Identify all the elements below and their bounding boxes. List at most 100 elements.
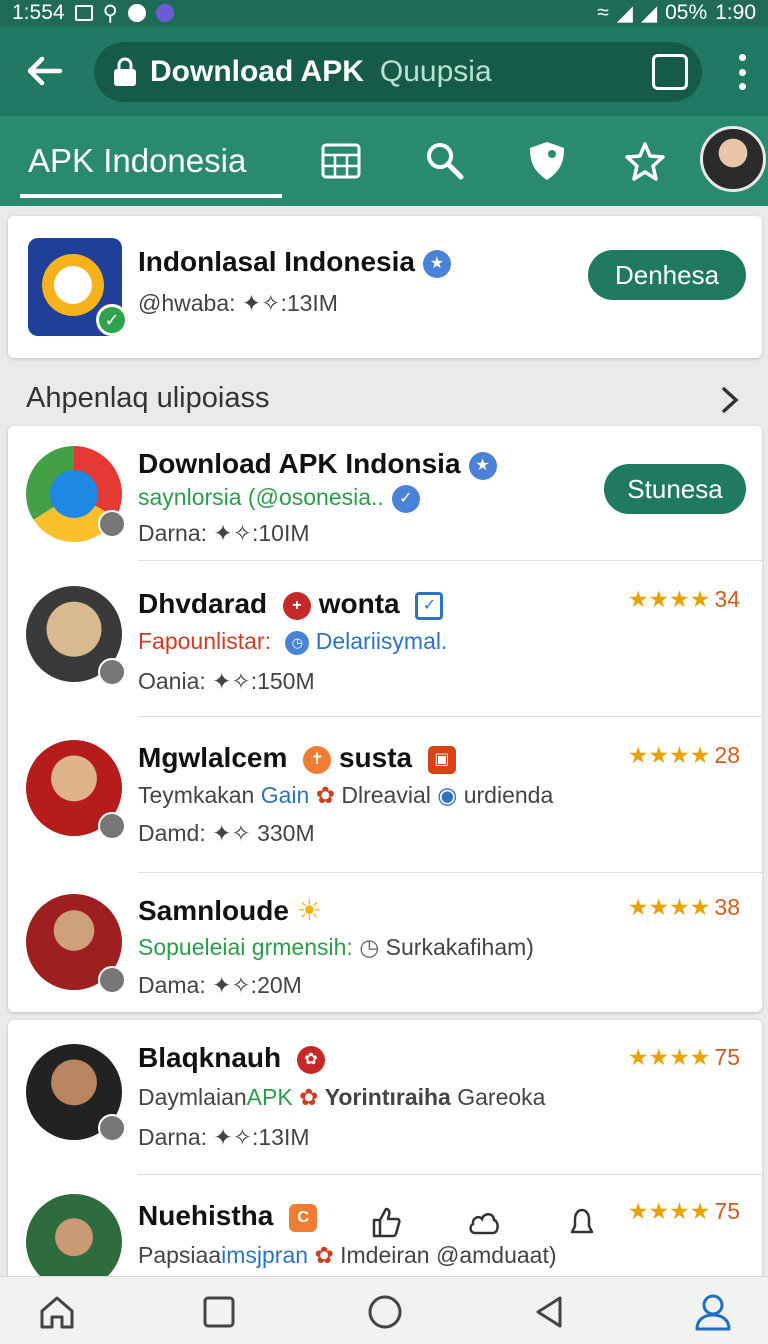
extension-icon[interactable] [652,54,688,90]
featured-app-card[interactable]: ✓ Indonlasal Indonesia ★ @hwaba: ✦✧:13IM … [8,216,762,358]
item-title: Blaqknauh [138,1042,282,1073]
notification-icon-2: ⚲ [102,1,118,25]
chevron-down-icon [98,658,126,686]
item-title-2: wonta [318,588,400,619]
search-icon[interactable] [420,136,470,186]
plus-badge-icon: + [282,591,311,620]
url-extra: Quupsia [379,55,492,88]
app-list: Download APK Indonsia ★ saynlorsia (@oson… [8,426,762,1012]
featured-title: Indonlasal Indonesia [138,246,415,277]
item-subtitle-4: Gareoka [457,1084,546,1110]
chevron-down-icon [98,812,126,840]
lock-icon [114,57,136,86]
bell-icon[interactable] [564,1204,600,1240]
rating-stars: ★★★★ 75 [627,1198,740,1224]
item-subtitle: Fapounlistar: [138,628,271,654]
item-subtitle-3: Imdeiran [340,1242,430,1268]
app-icon: ✓ [28,238,128,336]
tab-apk-indonesia[interactable]: APK Indonesia [20,116,282,206]
account-icon[interactable] [692,1291,734,1333]
item-subtitle-2: APK [246,1084,293,1110]
leaf-icon: ✿ [299,1084,319,1110]
checkbox-icon: ✓ [415,591,444,620]
item-title-2: susta [338,742,413,773]
leaf-icon: ✿ [315,782,335,808]
sun-icon: ☀ [296,895,322,926]
chevron-right-icon[interactable] [716,384,744,416]
rating-count: 34 [714,586,740,612]
verified-check-icon: ✓ [96,304,128,336]
rating-count: 75 [714,1044,740,1070]
wifi-icon: ≈ [597,1,609,24]
item-subtitle: Teymkakan [138,782,255,808]
list-item[interactable]: Blaqknauh ✿ DaymlaianAPK ✿ Yorintıraiha … [8,1020,762,1174]
thumbs-up-icon[interactable] [368,1204,404,1240]
list-item[interactable]: Mgwlalcem ✝ susta ▣ Teymkakan Gain ✿ Dlr… [8,718,762,872]
chevron-down-icon [98,966,126,994]
item-subtitle-2: Delariisymal. [315,628,448,654]
grid-icon[interactable] [316,136,366,186]
item-subtitle: Papsiaa [138,1242,222,1268]
list-item[interactable]: Nuehistha C Papsiaaimsjpran ✿ Imdeiran @… [8,1176,762,1290]
notification-icon-4 [155,4,174,22]
item-subtitle-4: @amduaat) [435,1242,557,1268]
rating-count: 28 [714,742,740,768]
badge-icon: C [289,1203,318,1232]
list-item[interactable]: Download APK Indonsia ★ saynlorsia (@oson… [8,426,762,560]
url-bar[interactable]: Download APK Quupsia [94,42,702,102]
notification-icon [74,5,93,21]
recents-icon[interactable] [198,1291,240,1333]
featured-action-button[interactable]: Denhesa [588,250,746,300]
star-icon[interactable] [620,136,670,186]
item-subtitle: Sopueleiai grmensih: [138,934,353,960]
rating-stars: ★★★★ 38 [627,894,740,920]
arrow-left-icon [27,56,63,86]
camera-badge-icon: ▣ [427,745,456,774]
clock-icon: ◷ [285,630,310,655]
item-title: Nuehistha [138,1200,274,1231]
item-subtitle: saynlorsia (@osonesia.. [138,484,384,510]
clock-icon: ◷ [359,934,380,960]
cross-badge-icon: ✝ [303,745,332,774]
item-subtitle-2: imsjpran [221,1242,309,1268]
signal-icon: ◢ [616,1,633,25]
status-clock: 1:90 [715,1,756,24]
item-meta: Oania: ✦✧:150M [138,668,315,694]
app-list-2: Blaqknauh ✿ DaymlaianAPK ✿ Yorintıraiha … [8,1020,762,1290]
home-icon[interactable] [36,1291,78,1333]
status-bar: 1:554 ⚲ ≈ ◢ ◢ 05% 1:90 [0,0,768,26]
back-button[interactable] [16,43,72,99]
chevron-down-icon [98,1114,126,1142]
cloud-icon[interactable] [466,1204,502,1240]
verified-badge-icon: ★ [468,451,497,480]
home-circle-icon[interactable] [364,1291,406,1333]
item-title: Mgwlalcem [138,742,288,773]
notification-icon-3 [127,4,146,22]
item-subtitle-3: Yorintıraiha [324,1084,451,1110]
section-title: Ahpenlaq ulipoiass [26,382,270,414]
item-title: Download APK Indonsia [138,448,461,479]
tab-bar: APK Indonesia [0,116,768,206]
list-item[interactable]: Dhvdarad + wonta ✓ Fapounlistar: ◷ Delar… [8,562,762,716]
rating-stars: ★★★★ 34 [627,586,740,612]
item-meta: Dama: ✦✧:20M [138,972,302,998]
overflow-menu-button[interactable] [736,54,748,90]
back-triangle-icon[interactable] [528,1291,570,1333]
badge-icon: ✿ [296,1045,325,1074]
rating-stars: ★★★★ 75 [627,1044,740,1070]
list-item[interactable]: Samnloude ☀ Sopueleiai grmensih: ◷ Surka… [8,874,762,1012]
item-title: Samnloude [138,895,289,926]
profile-avatar[interactable] [700,126,766,192]
item-subtitle: Daymlaian [138,1084,247,1110]
shield-icon[interactable] [522,136,572,186]
status-time: 1:554 [12,1,65,24]
item-meta: Darna: ✦✧:10IM [138,520,310,546]
rating-count: 38 [714,894,740,920]
item-meta: Darna: ✦✧:13IM [138,1124,310,1150]
item-action-button[interactable]: Stunesa [604,464,746,514]
verified-badge-icon: ★ [422,249,451,278]
rating-count: 75 [714,1198,740,1224]
app-bar: Download APK Quupsia [0,26,768,116]
item-title: Dhvdarad [138,588,268,619]
item-subtitle-2: Surkakafiham) [385,934,534,960]
